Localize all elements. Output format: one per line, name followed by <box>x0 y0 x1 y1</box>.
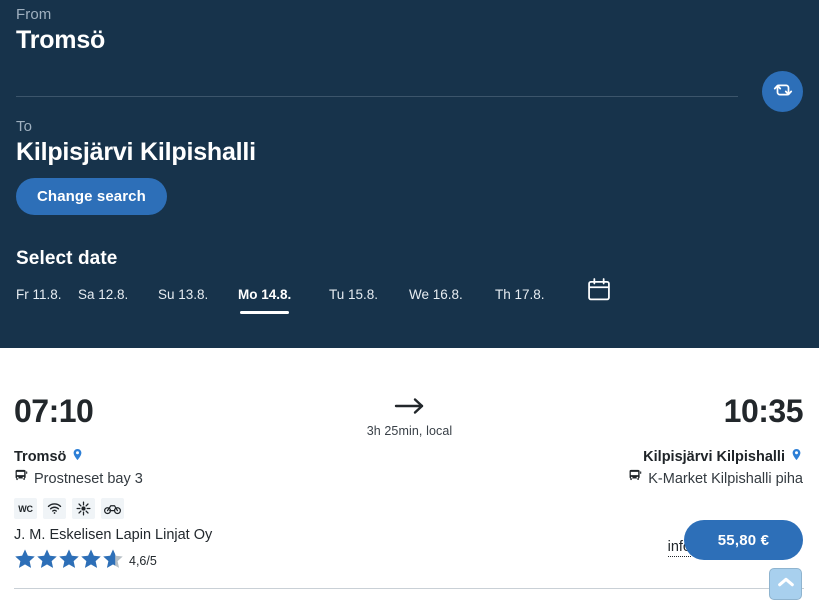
date-chip-fr-11-8[interactable]: Fr 11.8. <box>16 286 62 304</box>
arrow-right-icon <box>393 396 427 421</box>
rating: 4,6/5 <box>14 548 157 570</box>
date-strip: Fr 11.8. Sa 12.8. Su 13.8. Mo 14.8. Tu 15.8.… <box>16 278 806 326</box>
calendar-icon <box>585 276 613 307</box>
open-calendar-button[interactable] <box>585 276 613 307</box>
map-pin-icon[interactable] <box>790 446 803 468</box>
map-pin-icon[interactable] <box>71 446 84 468</box>
journey-middle-info: 3h 25min, local <box>300 396 520 438</box>
date-chip-sa-12-8[interactable]: Sa 12.8. <box>78 286 128 304</box>
price-button[interactable]: 55,80 € <box>684 520 803 560</box>
date-chip-we-16-8[interactable]: We 16.8. <box>409 286 463 304</box>
departure-stop-label: Tromsö <box>14 449 67 465</box>
date-chip-tu-15-8[interactable]: Tu 15.8. <box>329 286 378 304</box>
wifi-icon[interactable] <box>43 498 66 519</box>
arrival-platform: K-Market Kilpishalli piha <box>628 469 803 488</box>
from-label: From <box>16 6 52 23</box>
from-value: Tromsö <box>16 26 106 54</box>
departure-time: 07:10 <box>14 393 94 429</box>
departure-stop-name: Tromsö <box>14 446 84 468</box>
star-icon <box>59 549 79 568</box>
star-icon <box>103 549 123 568</box>
star-icon <box>81 549 101 568</box>
arrival-platform-label: K-Market Kilpishalli piha <box>648 470 803 487</box>
departure-platform-label: Prostneset bay 3 <box>34 470 143 487</box>
arrival-stop-label: Kilpisjärvi Kilpishalli <box>643 449 785 465</box>
rating-value: 4,6/5 <box>129 554 157 568</box>
field-divider <box>16 96 738 97</box>
to-field[interactable]: To Kilpisjärvi Kilpishalli <box>16 118 256 168</box>
to-label: To <box>16 118 33 135</box>
change-search-button[interactable]: Change search <box>16 178 167 215</box>
select-date-title: Select date <box>16 248 118 269</box>
operator-name: J. M. Eskelisen Lapin Linjat Oy <box>14 527 213 543</box>
star-icon <box>15 549 35 568</box>
date-chip-th-17-8[interactable]: Th 17.8. <box>495 286 545 304</box>
bus-icon <box>14 469 29 488</box>
journey-search-results-page: From Tromsö To Kilpisjärvi Kilpishalli C… <box>0 0 819 600</box>
chevron-up-icon <box>777 575 795 594</box>
rating-stars <box>14 548 124 570</box>
arrival-stop-name: Kilpisjärvi Kilpishalli <box>643 446 803 468</box>
swap-arrows-icon <box>772 79 794 104</box>
departure-platform: Prostneset bay 3 <box>14 469 143 488</box>
bus-icon <box>628 469 643 488</box>
wc-icon[interactable]: WC <box>14 498 37 519</box>
star-icon <box>37 549 57 568</box>
result-divider <box>14 588 804 589</box>
to-value: Kilpisjärvi Kilpishalli <box>16 138 256 166</box>
date-chip-mo-14-8[interactable]: Mo 14.8. <box>238 286 291 314</box>
duration-label: 3h 25min, local <box>366 424 453 438</box>
search-header: From Tromsö To Kilpisjärvi Kilpishalli C… <box>0 0 819 348</box>
arrival-time: 10:35 <box>723 393 804 429</box>
wc-label: WC <box>18 503 33 514</box>
amenities-list: WC <box>14 498 124 519</box>
bicycle-icon[interactable] <box>101 498 124 519</box>
swap-locations-button[interactable] <box>762 71 803 112</box>
journey-result-row[interactable]: 07:10 Tromsö Prostneset bay 3 3h 25min, … <box>0 348 819 600</box>
air-conditioning-icon[interactable] <box>72 498 95 519</box>
from-field[interactable]: From Tromsö <box>16 6 105 56</box>
scroll-to-top-button[interactable] <box>769 568 802 600</box>
date-chip-su-13-8[interactable]: Su 13.8. <box>158 286 208 304</box>
